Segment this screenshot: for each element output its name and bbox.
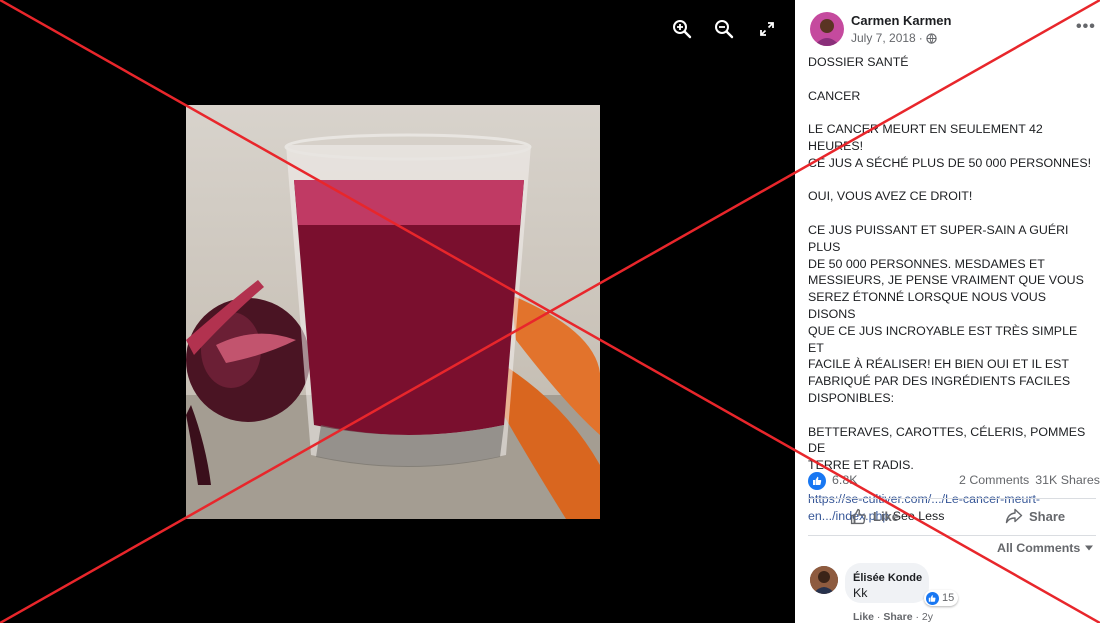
commenter-photo [810, 566, 838, 594]
shares-count[interactable]: 31K Shares [1035, 473, 1100, 487]
commenter-name[interactable]: Élisée Konde [853, 572, 922, 584]
reactions-count[interactable]: 6.8K [832, 473, 858, 487]
more-options-icon: ••• [1076, 18, 1096, 35]
zoom-in-icon [673, 20, 692, 39]
commenter-avatar[interactable] [810, 566, 838, 594]
comment-reaction-count: 15 [942, 592, 955, 604]
thumbs-up-icon [813, 476, 822, 485]
like-label: Like [873, 509, 900, 524]
comment-like-action[interactable]: Like [853, 611, 874, 623]
all-comments-label: All Comments [997, 541, 1081, 555]
comment-actions: Like · Share · 2y [853, 611, 933, 623]
fullscreen-icon [760, 22, 774, 36]
see-less-link[interactable]: See Less [893, 509, 945, 523]
share-button[interactable]: Share [1005, 508, 1065, 524]
caret-down-icon [1085, 545, 1094, 551]
post-stats: 6.8K 2 Comments 31K Shares [808, 472, 1100, 490]
post-author-name[interactable]: Carmen Karmen [851, 13, 951, 28]
post-body: DOSSIER SANTÉ CANCER LE CANCER MEURT EN … [808, 54, 1093, 524]
share-icon [1005, 508, 1023, 524]
like-reaction-icon [926, 591, 939, 605]
post-text: DOSSIER SANTÉ CANCER LE CANCER MEURT EN … [808, 55, 1092, 473]
like-icon [850, 508, 866, 525]
all-comments-dropdown[interactable]: All Comments [997, 541, 1094, 555]
avatar-photo [810, 12, 844, 46]
comment-age[interactable]: 2y [922, 611, 933, 623]
like-button[interactable]: Like [850, 508, 899, 525]
meta-separator: · [918, 31, 923, 45]
stats-right: 2 Comments 31K Shares [959, 473, 1100, 487]
post-meta: July 7, 2018 · [851, 31, 937, 45]
comment-dot: · [874, 611, 884, 623]
post-photo[interactable] [186, 105, 600, 519]
comment-reactions[interactable]: 15 [924, 590, 959, 606]
globe-icon [926, 32, 937, 44]
share-label: Share [1029, 508, 1066, 524]
photo-viewer [0, 0, 795, 623]
zoom-out-icon [715, 20, 734, 39]
divider [808, 498, 1096, 499]
zoom-out-button[interactable] [713, 18, 735, 40]
author-avatar[interactable] [810, 12, 844, 46]
comment-text: Kk [853, 586, 868, 600]
divider [808, 535, 1096, 536]
comments-count[interactable]: 2 Comments [959, 473, 1029, 487]
juice-photo-illustration [186, 133, 600, 519]
post-options-button[interactable]: ••• [1076, 18, 1096, 36]
fullscreen-button[interactable] [756, 18, 778, 40]
comment-dot: · [912, 611, 922, 623]
zoom-in-button[interactable] [671, 18, 693, 40]
post-date[interactable]: July 7, 2018 [851, 31, 916, 45]
comment-share-action[interactable]: Share [883, 611, 912, 623]
like-reaction-icon[interactable] [808, 472, 826, 490]
